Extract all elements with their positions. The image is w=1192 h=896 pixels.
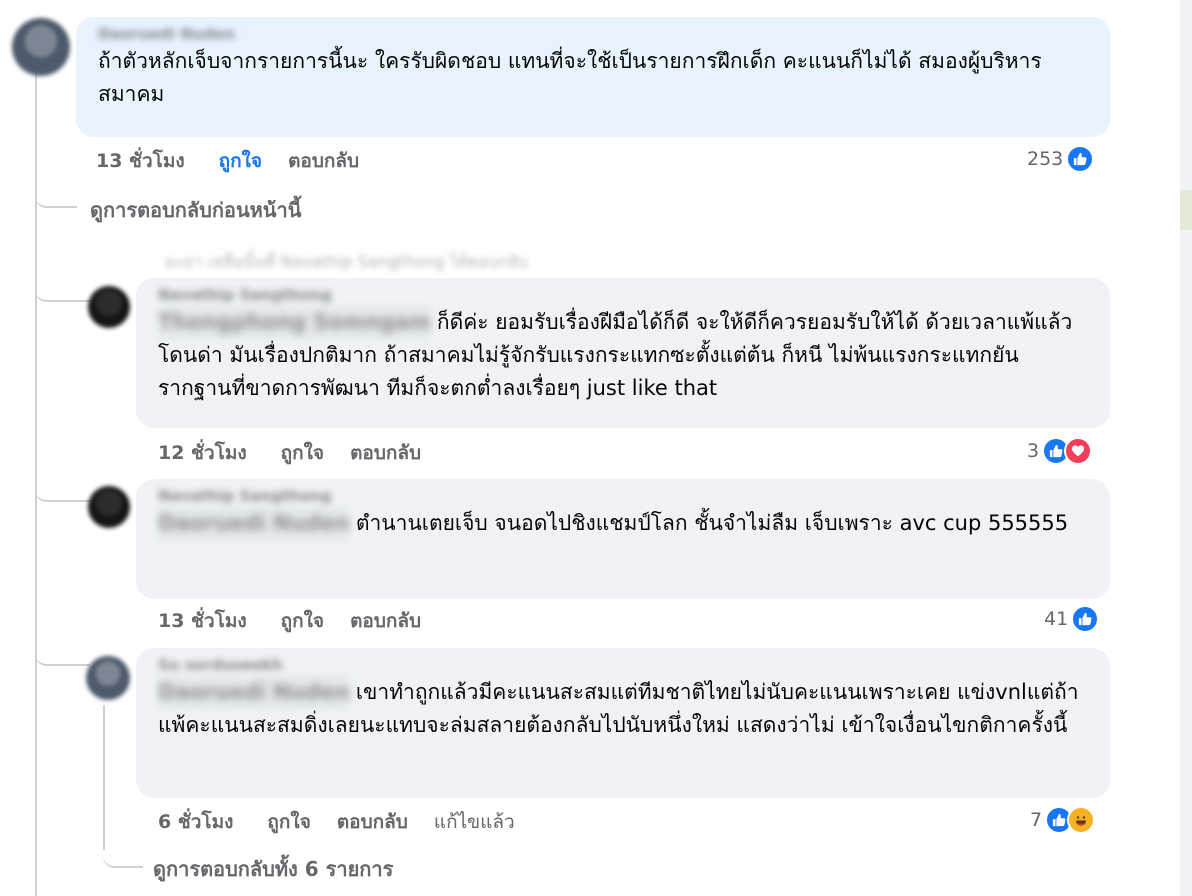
thread-line	[103, 705, 105, 850]
haha-icon	[1067, 806, 1096, 834]
comment-actions: 13 ชั่วโมง ถูกใจ ตอบกลับ	[158, 606, 447, 636]
thread-connector	[35, 650, 90, 666]
reaction-summary[interactable]: 253	[1027, 145, 1095, 173]
comment-actions: 6 ชั่วโมง ถูกใจ ตอบกลับ แก้ไขแล้ว	[158, 807, 541, 837]
reply-button[interactable]: ตอบกลับ	[337, 811, 408, 833]
thread-connector	[35, 280, 90, 302]
reply-button[interactable]: ตอบกลับ	[350, 442, 421, 464]
comment-bubble: Navathip Sangthong Thongphong Somngam ก็ด…	[136, 278, 1110, 428]
reaction-summary[interactable]: 3	[1027, 437, 1093, 465]
comment-bubble: Su sorduseekh Daoruedi Nuden เขาทำถูกแล้ว…	[136, 648, 1110, 798]
replied-notice: มะยา เหลือนั้นที่ Navathip Sangthong ได้…	[165, 252, 528, 271]
mention-tag[interactable]: Thongphong Somngam	[158, 306, 431, 339]
thread-connector	[35, 180, 77, 208]
like-button[interactable]: ถูกใจ	[219, 150, 262, 172]
reaction-summary[interactable]: 7	[1030, 806, 1096, 834]
comment-author[interactable]: Navathip Sangthong	[158, 487, 1088, 507]
like-button[interactable]: ถูกใจ	[267, 811, 310, 833]
avatar[interactable]	[88, 286, 130, 328]
avatar[interactable]	[88, 486, 130, 528]
comment-bubble: Daoruedi Nuden ถ้าตัวหลักเจ็บจากรายการนี…	[76, 17, 1110, 137]
like-button[interactable]: ถูกใจ	[281, 442, 324, 464]
comment-author[interactable]: Navathip Sangthong	[158, 286, 1088, 306]
like-button[interactable]: ถูกใจ	[281, 610, 324, 632]
comment-text: ถ้าตัวหลักเจ็บจากรายการนี้นะ ใครรับผิดชอ…	[98, 49, 1042, 106]
reaction-count: 3	[1027, 440, 1040, 462]
comment-actions: 12 ชั่วโมง ถูกใจ ตอบกลับ	[158, 438, 447, 468]
comment-time[interactable]: 12 ชั่วโมง	[158, 442, 247, 464]
edited-label: แก้ไขแล้ว	[433, 811, 515, 833]
avatar[interactable]	[12, 18, 70, 76]
view-previous-replies[interactable]: ดูการตอบกลับก่อนหน้านี้	[90, 194, 301, 226]
comment-author[interactable]: Su sorduseekh	[158, 656, 1088, 676]
comment-text: ตำนานเตยเจ็บ จนอดไปชิงแชมป์โลก ชั้นจำไม่…	[355, 511, 1069, 535]
reaction-count: 41	[1044, 608, 1069, 630]
reply-button[interactable]: ตอบกลับ	[288, 150, 359, 172]
comment-time[interactable]: 6 ชั่วโมง	[158, 811, 233, 833]
thread-connector	[35, 480, 90, 502]
thread-connector	[103, 840, 143, 868]
comment-bubble: Navathip Sangthong Daoruedi Nuden ตำนานเต…	[136, 479, 1110, 599]
reaction-count: 7	[1030, 809, 1043, 831]
reaction-count: 253	[1027, 148, 1064, 170]
comment-time[interactable]: 13 ชั่วโมง	[158, 610, 247, 632]
reaction-summary[interactable]: 41	[1044, 605, 1100, 633]
view-all-replies[interactable]: ดูการตอบกลับทั้ง 6 รายการ	[153, 853, 393, 885]
comment-actions: 13 ชั่วโมง ถูกใจ ตอบกลับ	[96, 146, 385, 176]
mention-tag[interactable]: Daoruedi Nuden	[158, 507, 350, 540]
love-icon	[1064, 437, 1093, 465]
right-edge-panel	[1180, 0, 1192, 896]
comment-author[interactable]: Daoruedi Nuden	[98, 25, 1088, 45]
reply-button[interactable]: ตอบกลับ	[350, 610, 421, 632]
avatar[interactable]	[86, 656, 130, 700]
comment-time[interactable]: 13 ชั่วโมง	[96, 150, 185, 172]
like-icon	[1066, 145, 1095, 173]
mention-tag[interactable]: Daoruedi Nuden	[158, 676, 350, 709]
like-icon	[1071, 605, 1100, 633]
